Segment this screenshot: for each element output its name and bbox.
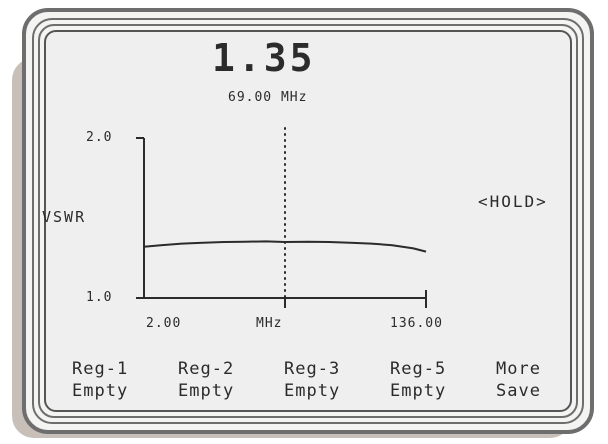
- vswr-reading: 1.35: [212, 36, 316, 80]
- frequency-readout: 69.00 MHz: [228, 90, 308, 105]
- softkey-reg-2-status: Empty: [178, 381, 235, 401]
- softkey-more-save[interactable]: More Save: [496, 358, 541, 402]
- softkey-reg-1-status: Empty: [72, 381, 129, 401]
- softkey-reg-5[interactable]: Reg-5 Empty: [390, 358, 446, 402]
- softkey-more-label: More: [496, 359, 541, 379]
- softkey-reg-5-status: Empty: [390, 381, 447, 401]
- softkey-reg-3[interactable]: Reg-3 Empty: [284, 358, 340, 402]
- softkey-reg-1-label: Reg-1: [72, 359, 129, 379]
- x-tick-start: 2.00: [146, 316, 182, 331]
- y-tick-top: 2.0: [86, 130, 113, 145]
- softkey-reg-3-label: Reg-3: [284, 359, 341, 379]
- y-tick-bottom: 1.0: [86, 290, 113, 305]
- softkey-reg-5-label: Reg-5: [390, 359, 447, 379]
- vswr-series-line: [143, 240, 427, 253]
- x-tick-end: 136.00: [390, 316, 443, 331]
- y-axis-label: VSWR: [42, 208, 87, 226]
- softkey-reg-2[interactable]: Reg-2 Empty: [178, 358, 234, 402]
- softkey-save-label: Save: [496, 381, 541, 401]
- softkey-reg-1[interactable]: Reg-1 Empty: [72, 358, 128, 402]
- hold-status: <HOLD>: [478, 192, 548, 211]
- softkey-reg-3-status: Empty: [284, 381, 341, 401]
- x-tick-unit: MHz: [256, 316, 283, 331]
- softkey-reg-2-label: Reg-2: [178, 359, 235, 379]
